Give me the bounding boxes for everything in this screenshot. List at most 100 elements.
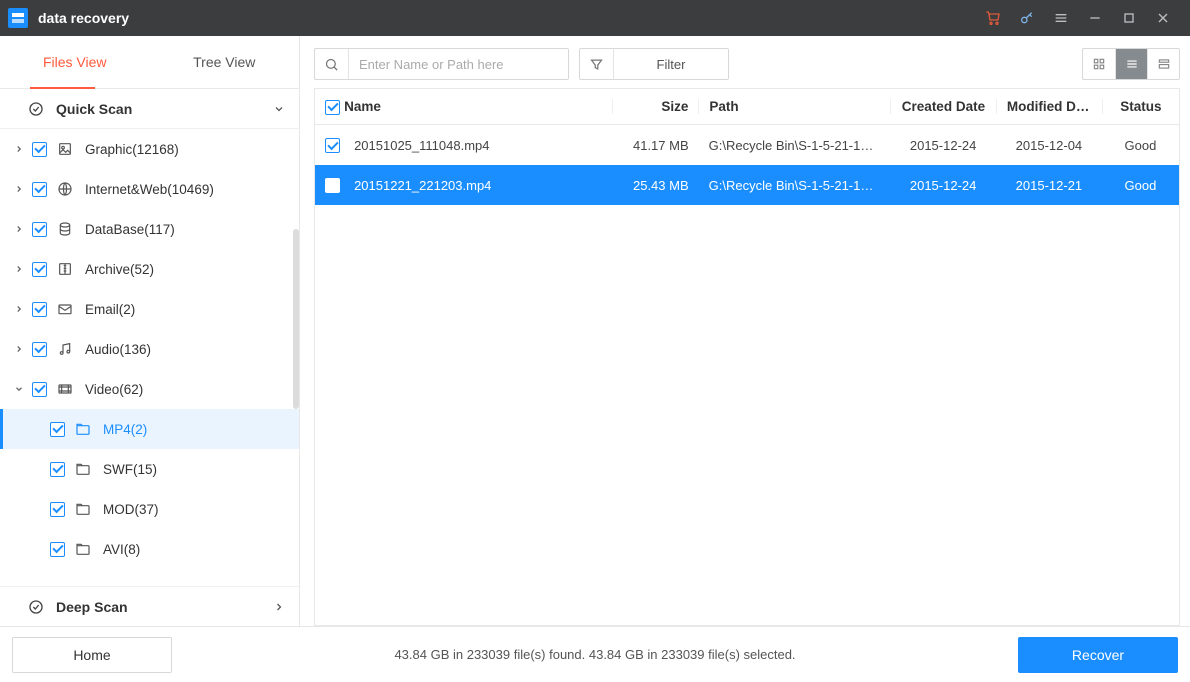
category-checkbox[interactable] <box>32 342 47 357</box>
category-icon <box>55 341 75 357</box>
search-box <box>314 48 569 80</box>
cart-icon[interactable] <box>976 0 1010 36</box>
filter-label: Filter <box>614 57 728 72</box>
sidebar: Files View Tree View Quick Scan Graphic(… <box>0 36 300 626</box>
column-modified[interactable]: Modified Date <box>996 99 1102 114</box>
column-size[interactable]: Size <box>612 99 699 114</box>
category-label: Graphic(12168) <box>85 142 179 157</box>
filter-button[interactable]: Filter <box>579 48 729 80</box>
table-row[interactable]: 20151025_111048.mp441.17 MBG:\Recycle Bi… <box>315 125 1179 165</box>
category-label: MOD(37) <box>103 502 159 517</box>
chevron-down-icon[interactable] <box>14 384 28 394</box>
folder-icon <box>73 501 93 517</box>
tab-tree-view[interactable]: Tree View <box>150 36 300 88</box>
column-path[interactable]: Path <box>698 99 890 114</box>
tree-item[interactable]: Video(62) <box>0 369 299 409</box>
tree-subitem[interactable]: MP4(2) <box>0 409 299 449</box>
folder-icon <box>73 461 93 477</box>
toolbar: Filter <box>314 48 1180 80</box>
tree-subitem[interactable]: SWF(15) <box>0 449 299 489</box>
table-body: 20151025_111048.mp441.17 MBG:\Recycle Bi… <box>315 125 1179 205</box>
chevron-right-icon[interactable] <box>14 184 28 194</box>
category-checkbox[interactable] <box>50 542 65 557</box>
category-checkbox[interactable] <box>50 422 65 437</box>
cell-name: 20151025_111048.mp4 <box>344 138 612 153</box>
folder-icon <box>73 421 93 437</box>
category-checkbox[interactable] <box>32 222 47 237</box>
tree-subitem[interactable]: AVI(8) <box>0 529 299 569</box>
check-circle-icon <box>28 101 46 117</box>
category-checkbox[interactable] <box>50 462 65 477</box>
category-label: SWF(15) <box>103 462 157 477</box>
cell-status: Good <box>1102 138 1179 153</box>
file-table: Name Size Path Created Date Modified Dat… <box>314 88 1180 626</box>
titlebar: data recovery <box>0 0 1190 36</box>
status-text: 43.84 GB in 233039 file(s) found. 43.84 … <box>172 647 1018 662</box>
category-checkbox[interactable] <box>32 142 47 157</box>
category-label: Audio(136) <box>85 342 151 357</box>
key-icon[interactable] <box>1010 0 1044 36</box>
tree-item[interactable]: Graphic(12168) <box>0 129 299 169</box>
chevron-right-icon[interactable] <box>14 264 28 274</box>
table-row[interactable]: 20151221_221203.mp425.43 MBG:\Recycle Bi… <box>315 165 1179 205</box>
tab-files-view[interactable]: Files View <box>0 36 150 88</box>
column-name[interactable]: Name <box>344 99 611 114</box>
select-all-checkbox[interactable] <box>325 100 340 115</box>
category-checkbox[interactable] <box>32 182 47 197</box>
tree-subitem[interactable]: MOD(37) <box>0 489 299 529</box>
category-checkbox[interactable] <box>32 382 47 397</box>
cell-created: 2015-12-24 <box>890 138 996 153</box>
category-label: Archive(52) <box>85 262 154 277</box>
tree-item[interactable]: Internet&Web(10469) <box>0 169 299 209</box>
home-button[interactable]: Home <box>12 637 172 673</box>
section-quick-scan[interactable]: Quick Scan <box>0 89 299 129</box>
chevron-right-icon[interactable] <box>14 344 28 354</box>
category-label: Email(2) <box>85 302 135 317</box>
category-icon <box>55 301 75 317</box>
menu-icon[interactable] <box>1044 0 1078 36</box>
chevron-down-icon <box>273 103 285 115</box>
section-deep-scan[interactable]: Deep Scan <box>0 586 299 626</box>
column-created[interactable]: Created Date <box>890 99 996 114</box>
view-grid-icon[interactable] <box>1083 49 1115 79</box>
category-tree: Graphic(12168) Internet&Web(10469) DataBas… <box>0 129 299 586</box>
category-label: MP4(2) <box>103 422 147 437</box>
row-checkbox[interactable] <box>325 138 340 153</box>
maximize-icon[interactable] <box>1112 0 1146 36</box>
cell-size: 41.17 MB <box>612 138 699 153</box>
filter-icon <box>580 49 614 79</box>
content-area: Filter Name Size Path Crea <box>300 36 1190 626</box>
row-checkbox[interactable] <box>325 178 340 193</box>
tree-item[interactable]: DataBase(117) <box>0 209 299 249</box>
close-icon[interactable] <box>1146 0 1180 36</box>
sidebar-tabs: Files View Tree View <box>0 36 299 89</box>
category-checkbox[interactable] <box>32 302 47 317</box>
category-icon <box>55 261 75 277</box>
cell-name: 20151221_221203.mp4 <box>344 178 612 193</box>
recover-button[interactable]: Recover <box>1018 637 1178 673</box>
category-icon <box>55 381 75 397</box>
chevron-right-icon[interactable] <box>14 304 28 314</box>
chevron-right-icon[interactable] <box>14 224 28 234</box>
tree-item[interactable]: Audio(136) <box>0 329 299 369</box>
tree-item[interactable]: Archive(52) <box>0 249 299 289</box>
category-label: DataBase(117) <box>85 222 175 237</box>
table-header: Name Size Path Created Date Modified Dat… <box>315 89 1179 125</box>
category-checkbox[interactable] <box>50 502 65 517</box>
view-switch <box>1082 48 1180 80</box>
category-checkbox[interactable] <box>32 262 47 277</box>
cell-path: G:\Recycle Bin\S-1-5-21-18705229... <box>699 178 891 193</box>
chevron-right-icon[interactable] <box>14 144 28 154</box>
cell-created: 2015-12-24 <box>890 178 996 193</box>
view-list-icon[interactable] <box>1115 49 1147 79</box>
column-status[interactable]: Status <box>1102 99 1179 114</box>
view-detail-icon[interactable] <box>1147 49 1179 79</box>
tree-item[interactable]: Email(2) <box>0 289 299 329</box>
category-label: AVI(8) <box>103 542 140 557</box>
cell-size: 25.43 MB <box>612 178 699 193</box>
search-input[interactable] <box>349 57 568 72</box>
cell-path: G:\Recycle Bin\S-1-5-21-18705229... <box>699 138 891 153</box>
footer: Home 43.84 GB in 233039 file(s) found. 4… <box>0 626 1190 682</box>
scrollbar[interactable] <box>293 229 299 409</box>
minimize-icon[interactable] <box>1078 0 1112 36</box>
